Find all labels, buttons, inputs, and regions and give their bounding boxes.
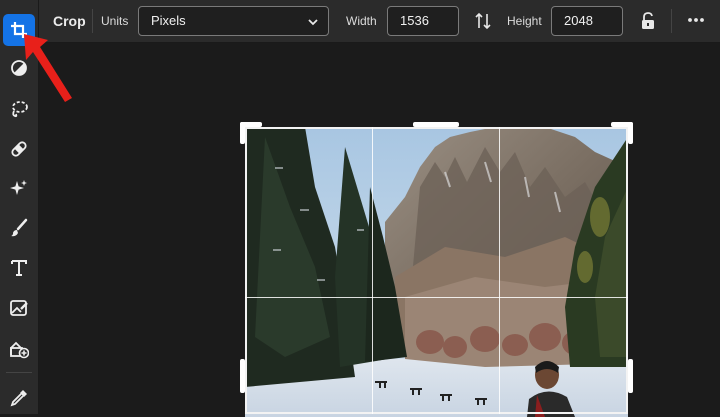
chevron-down-icon	[308, 19, 318, 26]
crop-handle-top-right[interactable]	[628, 122, 633, 144]
units-select-value: Pixels	[151, 13, 186, 28]
units-select[interactable]: Pixels	[138, 6, 329, 36]
add-image-tool-button[interactable]	[3, 333, 35, 365]
swap-dimensions-icon[interactable]	[475, 11, 491, 31]
options-divider	[92, 9, 93, 33]
crop-handle-top-left[interactable]	[240, 122, 245, 144]
crop-handle-left-middle[interactable]	[240, 359, 245, 393]
effects-tool-button[interactable]	[3, 172, 35, 204]
eyedropper-tool-button[interactable]	[3, 382, 35, 414]
crop-options-bar: Crop Units Pixels Width 1536 Height 2048	[39, 0, 720, 43]
height-input[interactable]: 2048	[551, 6, 623, 36]
image-edit-tool-button[interactable]	[3, 292, 35, 324]
type-icon	[11, 260, 27, 276]
annotation-arrow-icon	[24, 34, 72, 102]
crop-frame[interactable]	[245, 127, 628, 414]
height-label: Height	[507, 14, 542, 28]
crop-grid-line	[372, 127, 373, 414]
brush-icon	[11, 218, 28, 237]
width-input[interactable]: 1536	[387, 6, 459, 36]
brush-tool-button[interactable]	[3, 212, 35, 244]
crop-handle-top-middle[interactable]	[413, 122, 459, 127]
crop-handle-right-middle[interactable]	[628, 359, 633, 393]
options-divider-right	[671, 9, 672, 33]
sparkle-effects-icon	[10, 180, 27, 195]
eyedropper-icon	[10, 390, 27, 407]
add-image-icon	[10, 341, 29, 359]
type-tool-button[interactable]	[3, 252, 35, 284]
units-label: Units	[101, 14, 129, 28]
crop-grid-line	[499, 127, 500, 414]
width-label: Width	[346, 14, 377, 28]
toolbar-divider	[6, 372, 32, 373]
crop-grid-line	[245, 297, 628, 298]
healing-tool-button[interactable]	[3, 133, 35, 165]
more-options-icon[interactable]	[687, 17, 705, 23]
unlock-ratio-icon[interactable]	[640, 11, 656, 31]
image-edit-icon	[10, 300, 28, 316]
healing-bandage-icon	[11, 141, 27, 157]
